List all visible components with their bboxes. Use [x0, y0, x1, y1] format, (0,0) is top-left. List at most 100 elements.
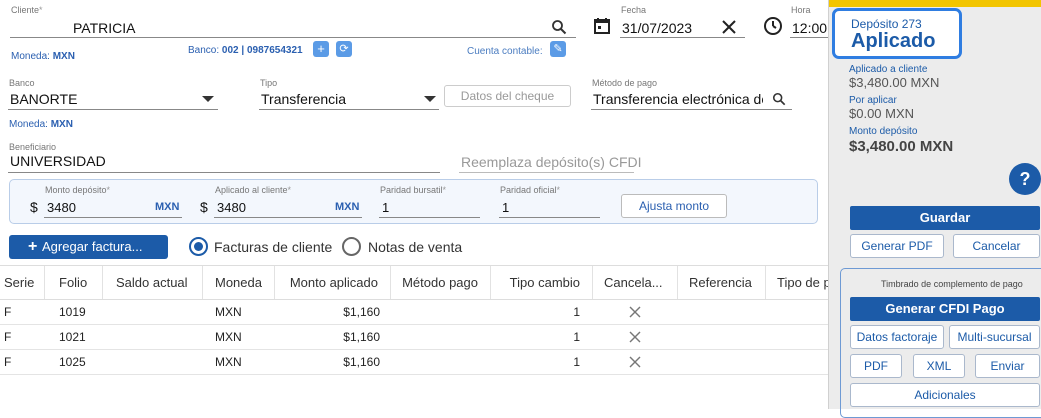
edit-icon[interactable]: ✎ — [550, 41, 566, 57]
cuenta-contable-label: Cuenta contable: — [467, 46, 543, 57]
cell-moneda: MXN — [215, 305, 242, 319]
aplicado-input[interactable]: 3480 — [217, 200, 246, 215]
col-serie[interactable]: Serie — [0, 266, 45, 299]
cancelar-button[interactable]: Cancelar — [953, 234, 1040, 258]
add-bank-button[interactable]: + — [313, 41, 329, 57]
paridad-oficial-underline — [499, 217, 600, 218]
paridad-bursatil-underline — [379, 217, 480, 218]
deposito-number: Depósito 273 — [851, 17, 922, 31]
aplicado-cliente-label: Aplicado a cliente — [849, 64, 928, 75]
datos-factoraje-button[interactable]: Datos factoraje — [850, 325, 944, 349]
table-header: Serie Folio Saldo actual Moneda Monto ap… — [0, 265, 828, 300]
radio-notas[interactable] — [342, 237, 361, 256]
paridad-oficial-label: Paridad oficial* — [500, 185, 561, 195]
chevron-down-icon[interactable] — [424, 96, 436, 102]
col-saldo[interactable]: Saldo actual — [103, 266, 203, 299]
deposito-status-card: Depósito 273 Aplicado — [832, 8, 962, 59]
col-moneda[interactable]: Moneda — [203, 266, 275, 299]
col-tipo-cambio[interactable]: Tipo cambio — [491, 266, 593, 299]
table-row[interactable]: F 1025 MXN $1,160 1 — [0, 350, 828, 375]
radio-facturas[interactable] — [189, 237, 208, 256]
paridad-bursatil-label: Paridad bursatil* — [380, 185, 447, 195]
adicionales-button[interactable]: Adicionales — [850, 383, 1040, 407]
radio-facturas-label: Facturas de cliente — [214, 239, 333, 255]
aplicado-underline — [214, 217, 362, 218]
banco-underline — [8, 109, 218, 110]
cliente-underline — [10, 37, 576, 38]
tipo-label: Tipo — [260, 78, 278, 88]
fecha-input[interactable]: 31/07/2023 — [622, 20, 692, 36]
por-aplicar-value: $0.00 MXN — [849, 106, 915, 121]
cell-tipo-cambio: 1 — [573, 305, 580, 319]
monto-deposito-underline — [44, 217, 182, 218]
clear-date-icon[interactable] — [721, 19, 737, 35]
monto-deposito-panel-label: Monto depósito — [849, 126, 918, 137]
monto-deposito-label: Monto depósito* — [45, 185, 111, 195]
calendar-icon[interactable] — [593, 17, 611, 35]
cliente-input[interactable]: PATRICIA — [73, 20, 136, 36]
timbrado-title: Timbrado de complemento de pago — [881, 279, 1023, 289]
beneficiario-underline — [8, 172, 440, 173]
cell-serie: F — [4, 330, 12, 344]
banco-moneda: Moneda: MXN — [9, 119, 73, 130]
cell-moneda: MXN — [215, 330, 242, 344]
search-icon[interactable] — [772, 92, 786, 106]
search-icon[interactable] — [551, 19, 567, 35]
table-row[interactable]: F 1019 MXN $1,160 1 — [0, 300, 828, 325]
col-cancela[interactable]: Cancela... — [593, 266, 678, 299]
cancel-icon[interactable] — [629, 356, 641, 368]
metodo-pago-input[interactable]: Transferencia electrónica de fondos — [593, 91, 763, 107]
reemplaza-underline — [459, 172, 634, 173]
refresh-bank-button[interactable]: ⟳ — [336, 41, 352, 57]
cell-monto: $1,160 — [343, 330, 380, 344]
hora-underline — [790, 37, 828, 38]
table-row[interactable]: F 1021 MXN $1,160 1 — [0, 325, 828, 350]
guardar-button[interactable]: Guardar — [850, 206, 1040, 230]
monto-deposito-input[interactable]: 3480 — [47, 200, 76, 215]
paridad-oficial-input[interactable]: 1 — [502, 200, 509, 215]
por-aplicar-label: Por aplicar — [849, 95, 897, 106]
cell-monto: $1,160 — [343, 355, 380, 369]
fecha-label: Fecha — [621, 5, 647, 15]
agregar-factura-button[interactable]: + Agregar factura... — [9, 235, 168, 259]
tipo-underline — [259, 109, 439, 110]
cell-folio: 1021 — [59, 330, 86, 344]
help-icon[interactable]: ? — [1009, 163, 1041, 195]
tipo-select[interactable]: Transferencia — [261, 91, 346, 107]
hora-input[interactable]: 12:00 — [792, 20, 827, 36]
banco-select[interactable]: BANORTE — [10, 91, 77, 107]
xml-button[interactable]: XML — [913, 354, 965, 378]
clock-icon[interactable] — [763, 16, 783, 36]
col-referencia[interactable]: Referencia — [678, 266, 766, 299]
cell-tipo-cambio: 1 — [573, 355, 580, 369]
hora-label: Hora — [791, 5, 811, 15]
plus-icon: + — [28, 238, 38, 255]
enviar-button[interactable]: Enviar — [975, 354, 1040, 378]
cliente-banco: Banco: 002 | 0987654321 — [188, 45, 303, 56]
chevron-down-icon[interactable] — [202, 96, 214, 102]
datos-cheque-button[interactable]: Datos del cheque — [444, 85, 571, 107]
multi-sucursal-button[interactable]: Multi-sucursal — [949, 325, 1040, 349]
cancel-icon[interactable] — [629, 306, 641, 318]
metodo-pago-label: Método de pago — [592, 78, 658, 88]
monto-deposito-panel-value: $3,480.00 MXN — [849, 138, 954, 155]
col-folio[interactable]: Folio — [45, 266, 103, 299]
cell-folio: 1019 — [59, 305, 86, 319]
metodo-pago-underline — [591, 109, 792, 110]
col-metodo-pago[interactable]: Método pago — [391, 266, 491, 299]
aplicado-label: Aplicado al cliente* — [215, 185, 292, 195]
col-tipo-p[interactable]: Tipo de p — [766, 266, 828, 299]
cancel-icon[interactable] — [629, 331, 641, 343]
pdf-button[interactable]: PDF — [850, 354, 902, 378]
reemplaza-input[interactable]: Reemplaza depósito(s) CFDI — [461, 154, 642, 170]
generar-cfdi-button[interactable]: Generar CFDI Pago — [850, 297, 1040, 321]
beneficiario-input[interactable]: UNIVERSIDAD — [10, 153, 106, 169]
cell-moneda: MXN — [215, 355, 242, 369]
cell-serie: F — [4, 355, 12, 369]
agregar-factura-label: Agregar factura... — [42, 239, 143, 254]
banco-label: Banco — [9, 78, 35, 88]
paridad-bursatil-input[interactable]: 1 — [382, 200, 389, 215]
generar-pdf-button[interactable]: Generar PDF — [850, 234, 944, 258]
ajusta-monto-button[interactable]: Ajusta monto — [621, 194, 727, 218]
col-monto-aplicado[interactable]: Monto aplicado — [275, 266, 391, 299]
